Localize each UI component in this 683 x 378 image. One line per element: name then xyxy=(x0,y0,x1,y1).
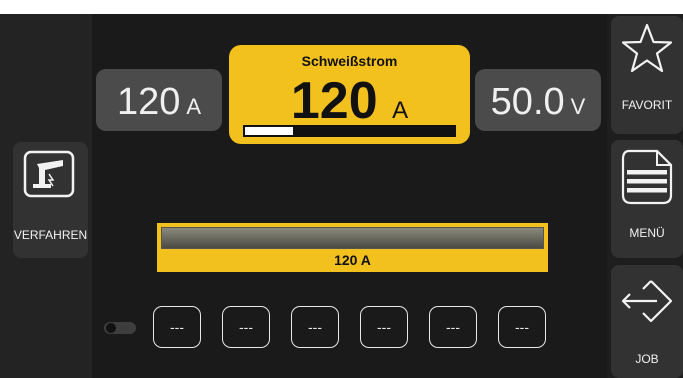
diamond-arrow-icon xyxy=(619,275,675,327)
current-bar-panel[interactable]: 120 A xyxy=(157,223,548,272)
document-lines-icon xyxy=(619,148,675,208)
job-slot-1[interactable]: --- xyxy=(153,306,201,348)
favorite-label: FAVORIT xyxy=(621,98,673,112)
current-value: 120 xyxy=(290,72,378,130)
current-level-fill xyxy=(245,127,294,135)
right-param-value: 50.0 xyxy=(490,81,565,123)
welding-screen: VERFAHREN 120 A Schweißstrom 120 A 50.0 … xyxy=(0,14,683,378)
current-level-bar xyxy=(243,125,456,137)
favorite-button[interactable]: FAVORIT xyxy=(611,16,683,134)
right-param-box[interactable]: 50.0 V xyxy=(475,69,601,131)
job-label: JOB xyxy=(635,352,659,366)
process-button[interactable]: VERFAHREN xyxy=(13,142,88,258)
menu-button[interactable]: MENÜ xyxy=(611,140,683,258)
toggle-switch[interactable] xyxy=(104,322,136,334)
star-icon xyxy=(619,22,675,76)
left-panel: VERFAHREN xyxy=(0,14,92,378)
job-slot-6[interactable]: --- xyxy=(498,306,546,348)
process-label: VERFAHREN xyxy=(13,228,88,242)
current-unit: A xyxy=(392,97,409,124)
job-slot-4[interactable]: --- xyxy=(360,306,408,348)
current-value-row: 120 A xyxy=(229,71,470,131)
left-param-box[interactable]: 120 A xyxy=(96,69,222,131)
current-title: Schweißstrom xyxy=(301,53,398,69)
left-param-value: 120 xyxy=(116,81,181,123)
current-bar-label: 120 A xyxy=(334,252,371,268)
menu-label: MENÜ xyxy=(629,226,665,240)
job-slot-3[interactable]: --- xyxy=(291,306,339,348)
toggle-knob xyxy=(106,323,116,333)
job-slot-5[interactable]: --- xyxy=(429,306,477,348)
right-param-unit: V xyxy=(570,94,586,119)
current-bar-track xyxy=(161,227,544,249)
welding-torch-icon xyxy=(23,150,75,198)
job-button[interactable]: JOB xyxy=(611,265,683,378)
job-slot-2[interactable]: --- xyxy=(222,306,270,348)
right-panel: FAVORIT MENÜ JOB xyxy=(607,14,683,378)
left-param-unit: A xyxy=(186,94,202,119)
welding-current-box[interactable]: Schweißstrom 120 A xyxy=(229,45,470,144)
